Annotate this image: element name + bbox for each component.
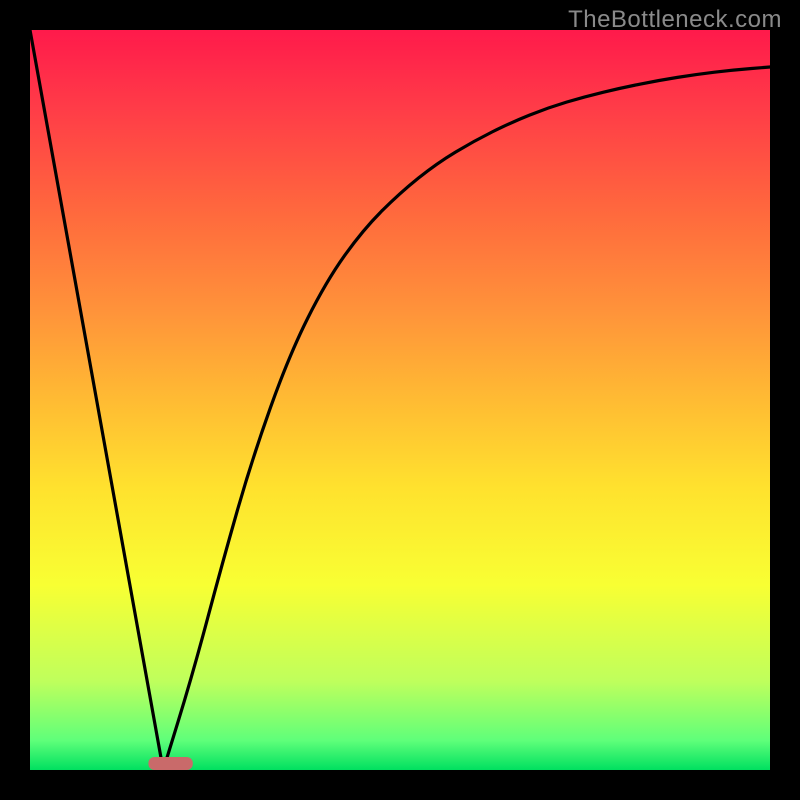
curve-line xyxy=(30,30,770,770)
chart-frame: TheBottleneck.com xyxy=(0,0,800,800)
valley-marker xyxy=(148,757,192,770)
chart-svg xyxy=(30,30,770,770)
plot-area xyxy=(30,30,770,770)
